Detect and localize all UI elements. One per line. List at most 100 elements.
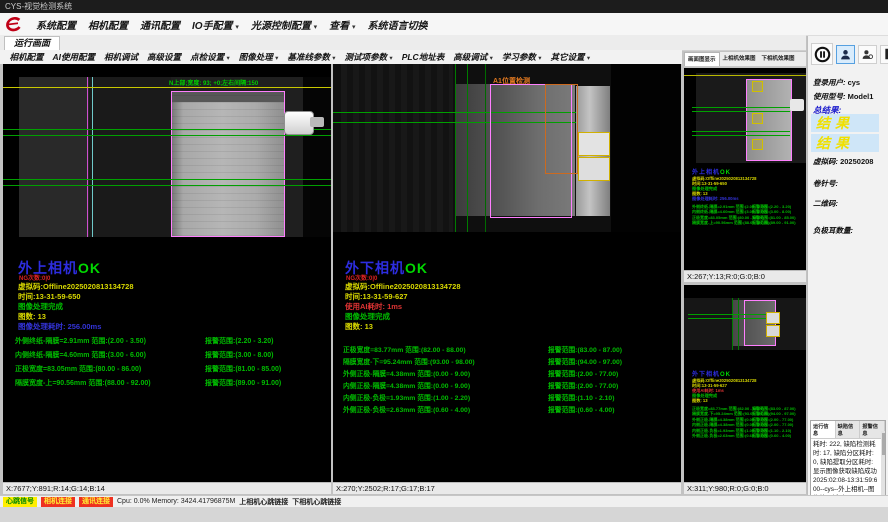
ok-status: OK [405, 260, 428, 276]
menu-item[interactable]: 查看 ▾ [323, 15, 361, 34]
image-annotation: N上部;宽度: 93; +0;左右间隔:150 [169, 78, 258, 87]
toolbar-button-label: PLC地址表 [402, 52, 445, 62]
effect-view-tab[interactable]: 画面图显示 [684, 52, 720, 66]
menu-item[interactable]: 相机配置 [82, 15, 134, 34]
measure-line [3, 135, 331, 136]
measurement-row: 外侧正极-负极=2.63mm 范围:(0.60 - 4.00) 报警范围:(0.… [343, 404, 679, 416]
camera-image-lower[interactable]: A1位置检测 [333, 64, 681, 232]
toolbar-button[interactable]: 基准线参数 ▾ [283, 51, 340, 63]
measurement-row: 正极宽度=83.77mm 范围:(82.00 - 88.00) 报警范围:(83… [343, 344, 679, 356]
brand-logo-icon [4, 16, 24, 33]
measurement-row: 隔膜宽度-上=90.56mm 范围:(88.00 - 92.00) 报警范围:(… [692, 220, 802, 225]
chevron-down-icon: ▾ [275, 55, 278, 62]
measure-line [3, 129, 331, 130]
connector-blob [790, 99, 804, 111]
chevron-down-icon: ▾ [587, 55, 590, 62]
camera-result-title: 外下相机OK [692, 369, 731, 378]
yellow-marker [752, 139, 763, 150]
image-dark-band [3, 77, 19, 237]
chevron-down-icon: ▾ [235, 24, 239, 31]
menu-item-label: IO手配置 [192, 21, 233, 32]
toolbar-button[interactable]: 高级调试 ▾ [449, 51, 498, 63]
operator-settings-button[interactable] [858, 45, 877, 64]
menu-item[interactable]: 系统语言切换 [361, 15, 433, 34]
measurement-value: 外侧终纸-隔膜=2.91mm 范围:(2.00 - 3.50) [15, 338, 146, 345]
window-titlebar: CYS-视觉检测系统 [0, 0, 888, 13]
toolbar-button-label: 基准线参数 [287, 52, 330, 62]
cyan-guide-line [92, 77, 93, 237]
effect-image-upper[interactable] [684, 73, 806, 163]
heartbeat-status-badge: 心跳信号 [3, 497, 37, 507]
chevron-down-icon: ▾ [332, 55, 335, 62]
measure-line [692, 111, 790, 112]
negative-tab-count-label: 负极耳数量: [813, 225, 853, 236]
scrollbar-thumb[interactable] [882, 433, 885, 455]
menu-item-label: 光源控制配置 [251, 21, 311, 32]
app-window: CYS-视觉检测系统 系统配置 相机配置 通讯配置 IO手配置 ▾ 光源控制配置… [0, 0, 888, 522]
camera-view-upper[interactable]: N上部;宽度: 93; +0;左右间隔:150 外上相机OK NG次数:0|0 … [3, 64, 331, 494]
image-dark-band [89, 77, 171, 237]
image-texture-band [341, 64, 453, 232]
log-scrollbar[interactable] [881, 431, 885, 505]
yellow-marker [752, 81, 763, 92]
measurement-alarm-range: 报警范围:(2.00 - 77.00) [548, 380, 618, 390]
footer-strip [0, 507, 888, 522]
toolbar-button-label: 相机配置 [10, 52, 44, 62]
log-panel[interactable]: 运行信息 缺陷信息 报警信息 耗时: 222, 缺陷检测耗时: 17, 缺陷分区… [810, 420, 886, 506]
log-tab[interactable]: 运行信息 [811, 421, 836, 438]
model-value[interactable]: Model1 [848, 92, 874, 101]
effect-view-upper[interactable]: 外上相机OK 虚拟码:Offline2025020813134728 时间:13… [684, 68, 806, 282]
menu-item[interactable]: 系统配置 [30, 15, 82, 34]
toolbar-button[interactable]: PLC地址表 [397, 51, 449, 63]
image-annotation: A1位置检测 [493, 76, 530, 86]
measurement-alarm-range: 报警范围:(0.60 - 4.00) [548, 404, 614, 414]
toolbar-button[interactable]: 相机调试 [100, 51, 143, 63]
measurement-row: 正极宽度=83.05mm 范围:(80.00 - 86.00) 报警范围:(81… [15, 364, 331, 378]
menu-item-label: 查看 [329, 21, 349, 32]
menu-item[interactable]: IO手配置 ▾ [186, 15, 245, 34]
tab-run-screen[interactable]: 运行画面 [4, 36, 60, 50]
user-badge-icon [861, 48, 874, 61]
toolbar-button[interactable]: 高级设置 [143, 51, 186, 63]
pause-button[interactable] [811, 43, 833, 65]
pin-number-label: 卷针号: [813, 178, 838, 189]
chevron-down-icon: ▾ [352, 24, 356, 31]
effect-view-tab[interactable]: 上相机效果图 [720, 52, 759, 66]
tab-highlight-cell [766, 325, 780, 337]
effect-image-lower[interactable] [684, 298, 806, 350]
measurement-alarm-range: 报警范围:(81.00 - 85.00) [205, 364, 281, 374]
log-tab[interactable]: 缺陷信息 [836, 421, 861, 438]
toolbar-button[interactable]: 图像处理 ▾ [234, 51, 283, 63]
login-user-button[interactable] [836, 45, 855, 64]
login-user-row: 登录用户: cys [813, 77, 860, 88]
tab-highlight-cell [578, 132, 610, 156]
tab-strip: 运行画面 [0, 35, 806, 51]
toolbar-button-label: 图像处理 [239, 52, 273, 62]
toolbar-button[interactable]: 测试项参数 ▾ [340, 51, 397, 63]
toolbar-button[interactable]: 点检设置 ▾ [186, 51, 235, 63]
yellow-marker [752, 113, 763, 124]
toolbar: 相机配置 AI使用配置 相机调试 高级设置 点检设置 ▾ 图像处理 ▾ 基准线参… [0, 50, 682, 64]
camera-view-lower[interactable]: A1位置检测 外下相机OK NG次数:0|0 虚拟码:Offline202502… [333, 64, 681, 494]
toolbar-button[interactable]: AI使用配置 [48, 51, 100, 63]
virtual-code-row: 虚拟码: 20250208 [813, 156, 873, 167]
exit-button[interactable] [880, 45, 888, 64]
menu-item[interactable]: 通讯配置 [134, 15, 186, 34]
measurement-value: 外侧正极-负极=2.63mm 范围:(0.60 - 4.00) [343, 407, 470, 414]
green-guide-line [467, 64, 468, 232]
toolbar-button[interactable]: 学习参数 ▾ [497, 51, 546, 63]
menu-item[interactable]: 光源控制配置 ▾ [245, 15, 323, 34]
camera-image-upper[interactable]: N上部;宽度: 93; +0;左右间隔:150 [3, 77, 331, 237]
measure-line [688, 314, 766, 315]
menu-item-label: 通讯配置 [140, 21, 180, 32]
pixel-coordinate-bar: X:311;Y:980;R:0;G:0;B:0 [684, 482, 806, 494]
toolbar-button[interactable]: 其它设置 ▾ [546, 51, 595, 63]
roi-orange-rect [545, 84, 578, 174]
effect-view-lower[interactable]: 外下相机OK 虚拟码:Offline2025020813134728 时间:13… [684, 285, 806, 494]
chevron-down-icon: ▾ [314, 24, 318, 31]
toolbar-button[interactable]: 相机配置 [5, 51, 48, 63]
measurement-list: 外侧终纸-隔膜=2.91mm 范围:(2.00 - 3.50) 报警范围:(2.… [15, 336, 331, 392]
measure-line [3, 185, 331, 186]
measurement-alarm-range: 报警范围:(94.00 - 97.00) [548, 356, 622, 366]
effect-view-tab[interactable]: 下相机效果图 [759, 52, 798, 66]
